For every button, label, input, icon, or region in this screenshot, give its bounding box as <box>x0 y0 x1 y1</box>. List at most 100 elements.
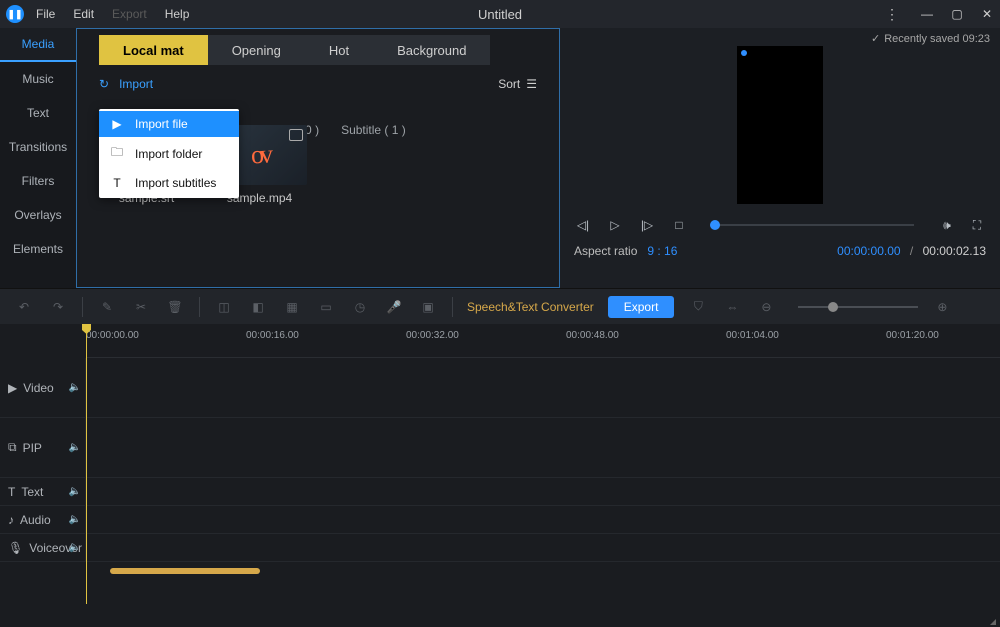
preview-viewport[interactable] <box>737 46 823 204</box>
zoom-knob[interactable] <box>828 302 838 312</box>
track-head-text[interactable]: T Text 🔈 <box>0 478 86 505</box>
mute-icon[interactable]: 🔈 <box>69 514 81 525</box>
more-icon[interactable]: ⋮ <box>885 6 900 23</box>
upper-area: Media Music Text Transitions Filters Ove… <box>0 28 1000 288</box>
scrubber-knob[interactable] <box>710 220 720 230</box>
ruler-tick: 00:00:48.00 <box>566 330 619 341</box>
horizontal-scrollbar[interactable] <box>92 568 392 578</box>
scrubber[interactable] <box>710 224 914 226</box>
menu-help[interactable]: Help <box>165 7 190 21</box>
edit-icon[interactable]: ✎ <box>97 297 117 317</box>
fullscreen-icon[interactable]: ⛶ <box>968 216 986 234</box>
sidetab-text[interactable]: Text <box>0 96 76 130</box>
ruler-tick: 00:00:32.00 <box>406 330 459 341</box>
filter-subtitle[interactable]: Subtitle ( 1 ) <box>341 123 406 137</box>
track-head-voiceover[interactable]: 🎙 Voiceover 🔈 <box>0 534 86 561</box>
app-logo: ❚❚ <box>6 5 24 23</box>
prev-frame-button[interactable]: ◁| <box>574 216 592 234</box>
resize-grip-icon[interactable] <box>990 619 996 625</box>
aspect-ratio-label: Aspect ratio <box>574 244 637 258</box>
media-tabs: Local mat Opening Hot Background <box>99 35 553 65</box>
saved-text: Recently saved 09:23 <box>884 33 990 45</box>
saved-badge: ✓ Recently saved 09:23 <box>871 32 990 45</box>
time-separator: / <box>910 244 913 258</box>
volume-icon[interactable]: 🕪 <box>938 216 956 234</box>
time-row: Aspect ratio 9 : 16 00:00:00.00 / 00:00:… <box>574 244 986 258</box>
aspect-ratio-value[interactable]: 9 : 16 <box>647 244 677 258</box>
import-folder-item[interactable]: 🗀 Import folder <box>99 137 239 170</box>
sidetab-media[interactable]: Media <box>0 28 76 62</box>
track-body-audio[interactable] <box>86 506 1000 533</box>
scrollbar-thumb[interactable] <box>110 568 260 574</box>
track-body-video[interactable] <box>86 358 1000 417</box>
sort-label: Sort <box>498 77 520 91</box>
sort-icon: ☰ <box>526 77 537 91</box>
menu-file[interactable]: File <box>36 7 55 21</box>
lower-area: ↶ ↷ ✎ ✂ 🗑 ◫ ◧ ▦ ▭ ◷ 🎤 ▣ Speech&Text Conv… <box>0 288 1000 627</box>
rotate-icon[interactable]: ◧ <box>248 297 268 317</box>
redo-icon[interactable]: ↷ <box>48 297 68 317</box>
window-controls: ⋮ — ▢ ✕ <box>885 6 994 23</box>
minimize-icon[interactable]: — <box>920 7 934 21</box>
mic-icon[interactable]: 🎤 <box>384 297 404 317</box>
speed-icon[interactable]: ◷ <box>350 297 370 317</box>
zoom-in-icon[interactable]: ⊕ <box>932 297 952 317</box>
menu-edit[interactable]: Edit <box>73 7 94 21</box>
cut-icon[interactable]: ✂ <box>131 297 151 317</box>
ruler-tick: 00:01:20.00 <box>886 330 939 341</box>
close-icon[interactable]: ✕ <box>980 7 994 21</box>
sidetab-transitions[interactable]: Transitions <box>0 130 76 164</box>
check-icon: ✓ <box>871 32 880 45</box>
time-current: 00:00:00.00 <box>837 244 900 258</box>
sort-button[interactable]: Sort ☰ <box>498 77 537 91</box>
import-subtitles-item[interactable]: T Import subtitles <box>99 170 239 196</box>
mute-icon[interactable]: 🔈 <box>69 542 81 553</box>
track-body-voiceover[interactable] <box>86 534 1000 561</box>
divider <box>82 297 83 317</box>
undo-icon[interactable]: ↶ <box>14 297 34 317</box>
delete-icon[interactable]: 🗑 <box>165 297 185 317</box>
track-body-text[interactable] <box>86 478 1000 505</box>
text-track-icon: T <box>8 485 15 499</box>
playhead[interactable] <box>86 324 87 604</box>
time-ruler[interactable]: 00:00:00.00 00:00:16.00 00:00:32.00 00:0… <box>86 324 1000 358</box>
mute-icon[interactable]: 🔈 <box>69 442 81 453</box>
track-head-video[interactable]: ▶ Video 🔈 <box>0 358 86 417</box>
media-tab-local[interactable]: Local mat <box>99 35 208 65</box>
track-body-pip[interactable] <box>86 418 1000 477</box>
shield-icon[interactable]: ⛉ <box>688 297 708 317</box>
media-tab-hot[interactable]: Hot <box>305 35 373 65</box>
mute-icon[interactable]: 🔈 <box>69 486 81 497</box>
maximize-icon[interactable]: ▢ <box>950 7 964 21</box>
mosaic-icon[interactable]: ▦ <box>282 297 302 317</box>
sidetab-elements[interactable]: Elements <box>0 232 76 266</box>
fit-icon[interactable]: ⇔ <box>722 297 742 317</box>
import-file-icon: ▶ <box>109 117 125 131</box>
next-frame-button[interactable]: |▷ <box>638 216 656 234</box>
sidetab-filters[interactable]: Filters <box>0 164 76 198</box>
preview-handle-icon[interactable] <box>741 50 747 56</box>
import-file-label: Import file <box>135 117 188 131</box>
freeze-icon[interactable]: ▭ <box>316 297 336 317</box>
import-link[interactable]: Import <box>119 77 153 91</box>
sidetab-music[interactable]: Music <box>0 62 76 96</box>
refresh-icon[interactable]: ↻ <box>99 77 109 91</box>
track-pip: ⧉ PIP 🔈 <box>0 418 1000 478</box>
zoom-slider[interactable] <box>798 306 918 308</box>
mute-icon[interactable]: 🔈 <box>69 382 81 393</box>
track-head-pip[interactable]: ⧉ PIP 🔈 <box>0 418 86 477</box>
play-button[interactable]: ▷ <box>606 216 624 234</box>
media-tab-opening[interactable]: Opening <box>208 35 305 65</box>
sidetab-overlays[interactable]: Overlays <box>0 198 76 232</box>
zoom-out-icon[interactable]: ⊖ <box>756 297 776 317</box>
media-tab-background[interactable]: Background <box>373 35 490 65</box>
stop-button[interactable]: □ <box>670 216 688 234</box>
speech-text-converter[interactable]: Speech&Text Converter <box>467 300 594 314</box>
screenshot-icon[interactable]: ▣ <box>418 297 438 317</box>
track-head-audio[interactable]: ♪ Audio 🔈 <box>0 506 86 533</box>
crop-icon[interactable]: ◫ <box>214 297 234 317</box>
export-button[interactable]: Export <box>608 296 675 318</box>
import-file-item[interactable]: ▶ Import file <box>99 111 239 137</box>
toolbar: ↶ ↷ ✎ ✂ 🗑 ◫ ◧ ▦ ▭ ◷ 🎤 ▣ Speech&Text Conv… <box>0 288 1000 324</box>
side-tabs: Media Music Text Transitions Filters Ove… <box>0 28 76 288</box>
